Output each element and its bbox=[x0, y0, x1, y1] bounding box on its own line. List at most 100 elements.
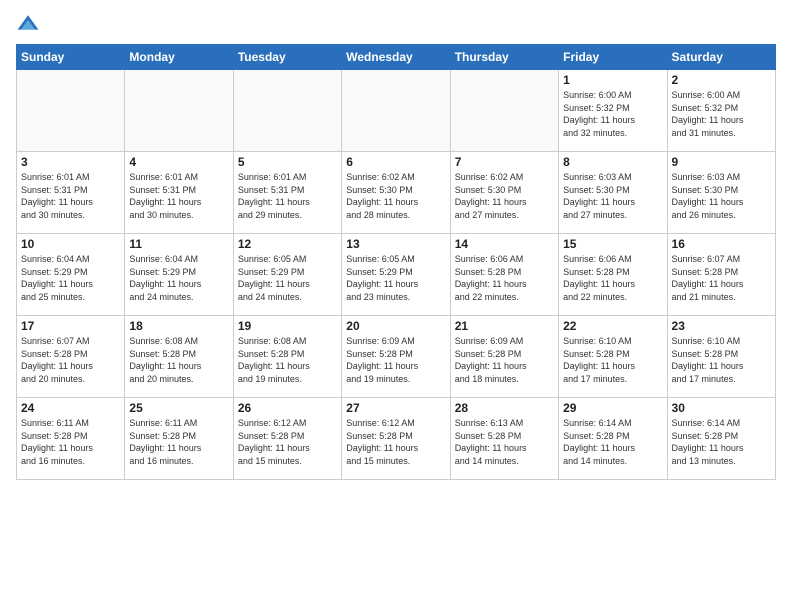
day-info: Sunrise: 6:14 AM Sunset: 5:28 PM Dayligh… bbox=[563, 417, 662, 467]
day-info: Sunrise: 6:09 AM Sunset: 5:28 PM Dayligh… bbox=[346, 335, 445, 385]
day-info: Sunrise: 6:02 AM Sunset: 5:30 PM Dayligh… bbox=[455, 171, 554, 221]
day-info: Sunrise: 6:00 AM Sunset: 5:32 PM Dayligh… bbox=[563, 89, 662, 139]
day-info: Sunrise: 6:05 AM Sunset: 5:29 PM Dayligh… bbox=[346, 253, 445, 303]
day-cell: 5 Sunrise: 6:01 AM Sunset: 5:31 PM Daylig… bbox=[233, 152, 341, 234]
day-cell: 1 Sunrise: 6:00 AM Sunset: 5:32 PM Daylig… bbox=[559, 70, 667, 152]
day-cell bbox=[17, 70, 125, 152]
day-info: Sunrise: 6:01 AM Sunset: 5:31 PM Dayligh… bbox=[21, 171, 120, 221]
day-number: 6 bbox=[346, 155, 445, 169]
day-cell: 7 Sunrise: 6:02 AM Sunset: 5:30 PM Daylig… bbox=[450, 152, 558, 234]
week-row-1: 1 Sunrise: 6:00 AM Sunset: 5:32 PM Daylig… bbox=[17, 70, 776, 152]
day-cell: 27Sunrise: 6:12 AM Sunset: 5:28 PM Dayli… bbox=[342, 398, 450, 480]
day-number: 19 bbox=[238, 319, 337, 333]
day-info: Sunrise: 6:03 AM Sunset: 5:30 PM Dayligh… bbox=[672, 171, 771, 221]
weekday-sunday: Sunday bbox=[17, 45, 125, 70]
day-info: Sunrise: 6:11 AM Sunset: 5:28 PM Dayligh… bbox=[21, 417, 120, 467]
day-number: 17 bbox=[21, 319, 120, 333]
day-cell: 2Sunrise: 6:00 AM Sunset: 5:32 PM Daylig… bbox=[667, 70, 775, 152]
day-cell: 10 Sunrise: 6:04 AM Sunset: 5:29 PM Dayli… bbox=[17, 234, 125, 316]
day-cell: 3 Sunrise: 6:01 AM Sunset: 5:31 PM Daylig… bbox=[17, 152, 125, 234]
day-cell: 26Sunrise: 6:12 AM Sunset: 5:28 PM Dayli… bbox=[233, 398, 341, 480]
header bbox=[16, 12, 776, 36]
week-row-4: 17 Sunrise: 6:07 AM Sunset: 5:28 PM Dayli… bbox=[17, 316, 776, 398]
logo bbox=[16, 12, 44, 36]
day-info: Sunrise: 6:05 AM Sunset: 5:29 PM Dayligh… bbox=[238, 253, 337, 303]
day-cell bbox=[125, 70, 233, 152]
day-cell: 12 Sunrise: 6:05 AM Sunset: 5:29 PM Dayli… bbox=[233, 234, 341, 316]
day-number: 13 bbox=[346, 237, 445, 251]
day-cell: 4Sunrise: 6:01 AM Sunset: 5:31 PM Daylig… bbox=[125, 152, 233, 234]
day-info: Sunrise: 6:06 AM Sunset: 5:28 PM Dayligh… bbox=[455, 253, 554, 303]
day-info: Sunrise: 6:10 AM Sunset: 5:28 PM Dayligh… bbox=[672, 335, 771, 385]
day-cell: 29 Sunrise: 6:14 AM Sunset: 5:28 PM Dayli… bbox=[559, 398, 667, 480]
week-row-5: 24Sunrise: 6:11 AM Sunset: 5:28 PM Dayli… bbox=[17, 398, 776, 480]
day-cell: 24Sunrise: 6:11 AM Sunset: 5:28 PM Dayli… bbox=[17, 398, 125, 480]
calendar: SundayMondayTuesdayWednesdayThursdayFrid… bbox=[16, 44, 776, 480]
day-cell: 21 Sunrise: 6:09 AM Sunset: 5:28 PM Dayli… bbox=[450, 316, 558, 398]
day-number: 10 bbox=[21, 237, 120, 251]
day-number: 11 bbox=[129, 237, 228, 251]
day-cell: 28 Sunrise: 6:13 AM Sunset: 5:28 PM Dayli… bbox=[450, 398, 558, 480]
day-info: Sunrise: 6:03 AM Sunset: 5:30 PM Dayligh… bbox=[563, 171, 662, 221]
logo-icon bbox=[16, 12, 40, 36]
week-row-2: 3 Sunrise: 6:01 AM Sunset: 5:31 PM Daylig… bbox=[17, 152, 776, 234]
day-info: Sunrise: 6:11 AM Sunset: 5:28 PM Dayligh… bbox=[129, 417, 228, 467]
day-info: Sunrise: 6:01 AM Sunset: 5:31 PM Dayligh… bbox=[238, 171, 337, 221]
day-cell: 16Sunrise: 6:07 AM Sunset: 5:28 PM Dayli… bbox=[667, 234, 775, 316]
day-number: 14 bbox=[455, 237, 554, 251]
day-info: Sunrise: 6:13 AM Sunset: 5:28 PM Dayligh… bbox=[455, 417, 554, 467]
day-number: 3 bbox=[21, 155, 120, 169]
day-cell: 25Sunrise: 6:11 AM Sunset: 5:28 PM Dayli… bbox=[125, 398, 233, 480]
day-cell: 8 Sunrise: 6:03 AM Sunset: 5:30 PM Daylig… bbox=[559, 152, 667, 234]
day-info: Sunrise: 6:14 AM Sunset: 5:28 PM Dayligh… bbox=[672, 417, 771, 467]
day-cell: 19 Sunrise: 6:08 AM Sunset: 5:28 PM Dayli… bbox=[233, 316, 341, 398]
day-number: 15 bbox=[563, 237, 662, 251]
day-number: 22 bbox=[563, 319, 662, 333]
day-cell: 15Sunrise: 6:06 AM Sunset: 5:28 PM Dayli… bbox=[559, 234, 667, 316]
day-number: 2 bbox=[672, 73, 771, 87]
day-number: 20 bbox=[346, 319, 445, 333]
day-cell: 18 Sunrise: 6:08 AM Sunset: 5:28 PM Dayli… bbox=[125, 316, 233, 398]
day-info: Sunrise: 6:10 AM Sunset: 5:28 PM Dayligh… bbox=[563, 335, 662, 385]
day-cell: 14 Sunrise: 6:06 AM Sunset: 5:28 PM Dayli… bbox=[450, 234, 558, 316]
day-cell: 11 Sunrise: 6:04 AM Sunset: 5:29 PM Dayli… bbox=[125, 234, 233, 316]
day-number: 30 bbox=[672, 401, 771, 415]
day-cell: 17 Sunrise: 6:07 AM Sunset: 5:28 PM Dayli… bbox=[17, 316, 125, 398]
day-cell: 6Sunrise: 6:02 AM Sunset: 5:30 PM Daylig… bbox=[342, 152, 450, 234]
day-cell: 20 Sunrise: 6:09 AM Sunset: 5:28 PM Dayli… bbox=[342, 316, 450, 398]
day-cell: 23 Sunrise: 6:10 AM Sunset: 5:28 PM Dayli… bbox=[667, 316, 775, 398]
day-number: 29 bbox=[563, 401, 662, 415]
day-cell: 30 Sunrise: 6:14 AM Sunset: 5:28 PM Dayli… bbox=[667, 398, 775, 480]
weekday-header-row: SundayMondayTuesdayWednesdayThursdayFrid… bbox=[17, 45, 776, 70]
day-cell bbox=[233, 70, 341, 152]
day-number: 8 bbox=[563, 155, 662, 169]
day-number: 7 bbox=[455, 155, 554, 169]
day-number: 5 bbox=[238, 155, 337, 169]
day-info: Sunrise: 6:08 AM Sunset: 5:28 PM Dayligh… bbox=[129, 335, 228, 385]
day-number: 12 bbox=[238, 237, 337, 251]
day-number: 26 bbox=[238, 401, 337, 415]
day-cell: 9Sunrise: 6:03 AM Sunset: 5:30 PM Daylig… bbox=[667, 152, 775, 234]
day-number: 28 bbox=[455, 401, 554, 415]
weekday-monday: Monday bbox=[125, 45, 233, 70]
weekday-wednesday: Wednesday bbox=[342, 45, 450, 70]
day-info: Sunrise: 6:07 AM Sunset: 5:28 PM Dayligh… bbox=[21, 335, 120, 385]
page: SundayMondayTuesdayWednesdayThursdayFrid… bbox=[0, 0, 792, 612]
day-cell: 13 Sunrise: 6:05 AM Sunset: 5:29 PM Dayli… bbox=[342, 234, 450, 316]
day-number: 16 bbox=[672, 237, 771, 251]
day-info: Sunrise: 6:04 AM Sunset: 5:29 PM Dayligh… bbox=[129, 253, 228, 303]
weekday-saturday: Saturday bbox=[667, 45, 775, 70]
day-info: Sunrise: 6:04 AM Sunset: 5:29 PM Dayligh… bbox=[21, 253, 120, 303]
day-number: 21 bbox=[455, 319, 554, 333]
day-info: Sunrise: 6:09 AM Sunset: 5:28 PM Dayligh… bbox=[455, 335, 554, 385]
day-number: 23 bbox=[672, 319, 771, 333]
day-info: Sunrise: 6:08 AM Sunset: 5:28 PM Dayligh… bbox=[238, 335, 337, 385]
weekday-thursday: Thursday bbox=[450, 45, 558, 70]
day-cell: 22 Sunrise: 6:10 AM Sunset: 5:28 PM Dayli… bbox=[559, 316, 667, 398]
day-number: 1 bbox=[563, 73, 662, 87]
day-info: Sunrise: 6:01 AM Sunset: 5:31 PM Dayligh… bbox=[129, 171, 228, 221]
day-number: 18 bbox=[129, 319, 228, 333]
weekday-friday: Friday bbox=[559, 45, 667, 70]
weekday-tuesday: Tuesday bbox=[233, 45, 341, 70]
day-cell bbox=[342, 70, 450, 152]
